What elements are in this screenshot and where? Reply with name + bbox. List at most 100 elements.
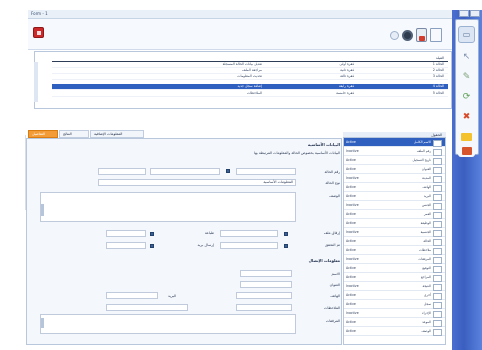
list-item[interactable]: Inactive المرفقات (344, 255, 445, 264)
delete-icon[interactable]: ✖ (458, 108, 475, 125)
list-item[interactable]: Inactive الجنسية (344, 228, 445, 237)
attachments-scrollbar[interactable] (41, 318, 44, 328)
delete-icon[interactable] (416, 28, 427, 42)
list-item-status: Inactive (346, 284, 359, 288)
list-item-checkbox[interactable] (433, 302, 442, 309)
description-scrollbar[interactable] (41, 204, 44, 216)
attach-file-field[interactable] (220, 230, 278, 237)
list-item-name: الجنس (422, 203, 431, 207)
list-item[interactable]: Inactive النتيجة (344, 282, 445, 291)
arrow-icon[interactable]: ↖ (458, 48, 475, 65)
list-item-checkbox[interactable] (433, 248, 442, 255)
list-item-checkbox[interactable] (433, 275, 442, 282)
list-item-checkbox[interactable] (433, 203, 442, 210)
list-item-checkbox[interactable] (433, 221, 442, 228)
table-row[interactable]: الحالة 5 فقرة خامسة الملاحظات (52, 91, 448, 97)
settings-icon[interactable] (402, 30, 413, 41)
list-item[interactable]: Active الهاتف (344, 183, 445, 192)
list-item-checkbox[interactable] (433, 149, 442, 156)
print-checkbox[interactable] (150, 232, 154, 236)
list-item-checkbox[interactable] (433, 329, 442, 336)
date-field[interactable] (150, 168, 220, 175)
list-item-name: الجنسية (420, 230, 431, 234)
list-item[interactable]: Active المراجع (344, 273, 445, 282)
list-item[interactable]: Active العمر (344, 210, 445, 219)
list-item-name: الموعد (422, 320, 431, 324)
description-textarea[interactable] (40, 192, 296, 222)
notes-extra-field[interactable] (106, 304, 188, 311)
list-item-status: Inactive (346, 149, 359, 153)
list-item[interactable]: Inactive الإجراء (344, 309, 445, 318)
attach-file-label: إرفاق ملف (323, 231, 340, 235)
send-email-field[interactable] (106, 242, 146, 249)
records-list-scrollbar[interactable] (34, 62, 38, 102)
list-item[interactable]: Active الموعد (344, 318, 445, 327)
case-number-field[interactable] (236, 168, 296, 175)
verified-field[interactable] (220, 242, 278, 249)
list-item[interactable]: Active التوقيع (344, 264, 445, 273)
list-item[interactable]: Active ملاحظات (344, 246, 445, 255)
folder-icon[interactable] (458, 128, 475, 145)
list-item-checkbox[interactable] (433, 239, 442, 246)
export-icon[interactable] (458, 144, 475, 157)
list-item-status: Active (346, 239, 356, 243)
list-item[interactable]: Inactive رقم الملف (344, 147, 445, 156)
verified-label: تم التحقق (325, 243, 340, 247)
verified-checkbox[interactable] (284, 244, 288, 248)
list-item[interactable]: Active البريد (344, 192, 445, 201)
phone2-field[interactable] (106, 292, 158, 299)
phone-field[interactable] (236, 292, 292, 299)
list-item[interactable]: Active سجل (344, 300, 445, 309)
list-item[interactable]: Inactive المدينة (344, 174, 445, 183)
minimize-button[interactable] (459, 10, 469, 17)
list-item-status: Active (346, 248, 356, 252)
table-row[interactable]: الحالة 3 فقرة ثالثة تحديث المعلومات (52, 74, 448, 80)
list-item-checkbox[interactable] (433, 266, 442, 273)
tab-details[interactable]: التفاصيل (28, 130, 58, 138)
list-item[interactable]: Active العنوان (344, 165, 445, 174)
list-item-checkbox[interactable] (433, 284, 442, 291)
help-icon[interactable] (390, 31, 399, 40)
table-row-selected[interactable]: الحالة 4 فقرة رابعة إضافة سجل جديد (52, 84, 448, 90)
list-item-checkbox[interactable] (433, 230, 442, 237)
tab-results[interactable]: النتائج (59, 130, 89, 138)
row-section: فقرة رابعة (338, 84, 354, 88)
list-item-checkbox[interactable] (433, 167, 442, 174)
attachments-textarea[interactable] (40, 314, 296, 334)
list-item-checkbox[interactable] (433, 311, 442, 318)
list-item-checkbox[interactable] (433, 212, 442, 219)
tooltip-icon[interactable]: ▭ (458, 26, 475, 43)
list-item-selected[interactable]: Active الاسم الكامل (344, 138, 445, 147)
edit-icon[interactable]: ✎ (458, 68, 475, 85)
list-item-checkbox[interactable] (433, 140, 442, 147)
address-field[interactable] (240, 281, 292, 288)
case-type-field[interactable]: المعلومات الأساسية (98, 179, 296, 186)
tab-additional-info[interactable]: المعلومات الإضافية (90, 130, 144, 138)
row-description: تحديث المعلومات (237, 74, 262, 78)
list-item-checkbox[interactable] (433, 293, 442, 300)
list-item-checkbox[interactable] (433, 257, 442, 264)
refresh-icon[interactable]: ⟳ (458, 88, 475, 105)
list-item[interactable]: Inactive الجنس (344, 201, 445, 210)
list-item-checkbox[interactable] (433, 158, 442, 165)
document-icon[interactable] (430, 28, 442, 42)
list-item[interactable]: Active تاريخ التسجيل (344, 156, 445, 165)
list-item-checkbox[interactable] (433, 176, 442, 183)
list-item[interactable]: Active أخرى (344, 291, 445, 300)
list-item-checkbox[interactable] (433, 185, 442, 192)
list-item-checkbox[interactable] (433, 194, 442, 201)
name-field[interactable] (240, 270, 292, 277)
row-status: الحالة 1 (432, 62, 444, 66)
list-item-checkbox[interactable] (433, 320, 442, 327)
close-button[interactable] (470, 10, 480, 17)
attach-file-checkbox[interactable] (284, 232, 288, 236)
notes-field[interactable] (236, 304, 292, 311)
code-field[interactable] (98, 168, 146, 175)
row-status: الحالة 5 (432, 91, 444, 95)
list-item[interactable]: Active الوصف (344, 327, 445, 336)
list-item[interactable]: Active الوظيفة (344, 219, 445, 228)
date-picker-icon[interactable] (226, 169, 230, 173)
send-email-checkbox[interactable] (150, 244, 154, 248)
print-field[interactable] (106, 230, 146, 237)
list-item[interactable]: Active الحالة (344, 237, 445, 246)
